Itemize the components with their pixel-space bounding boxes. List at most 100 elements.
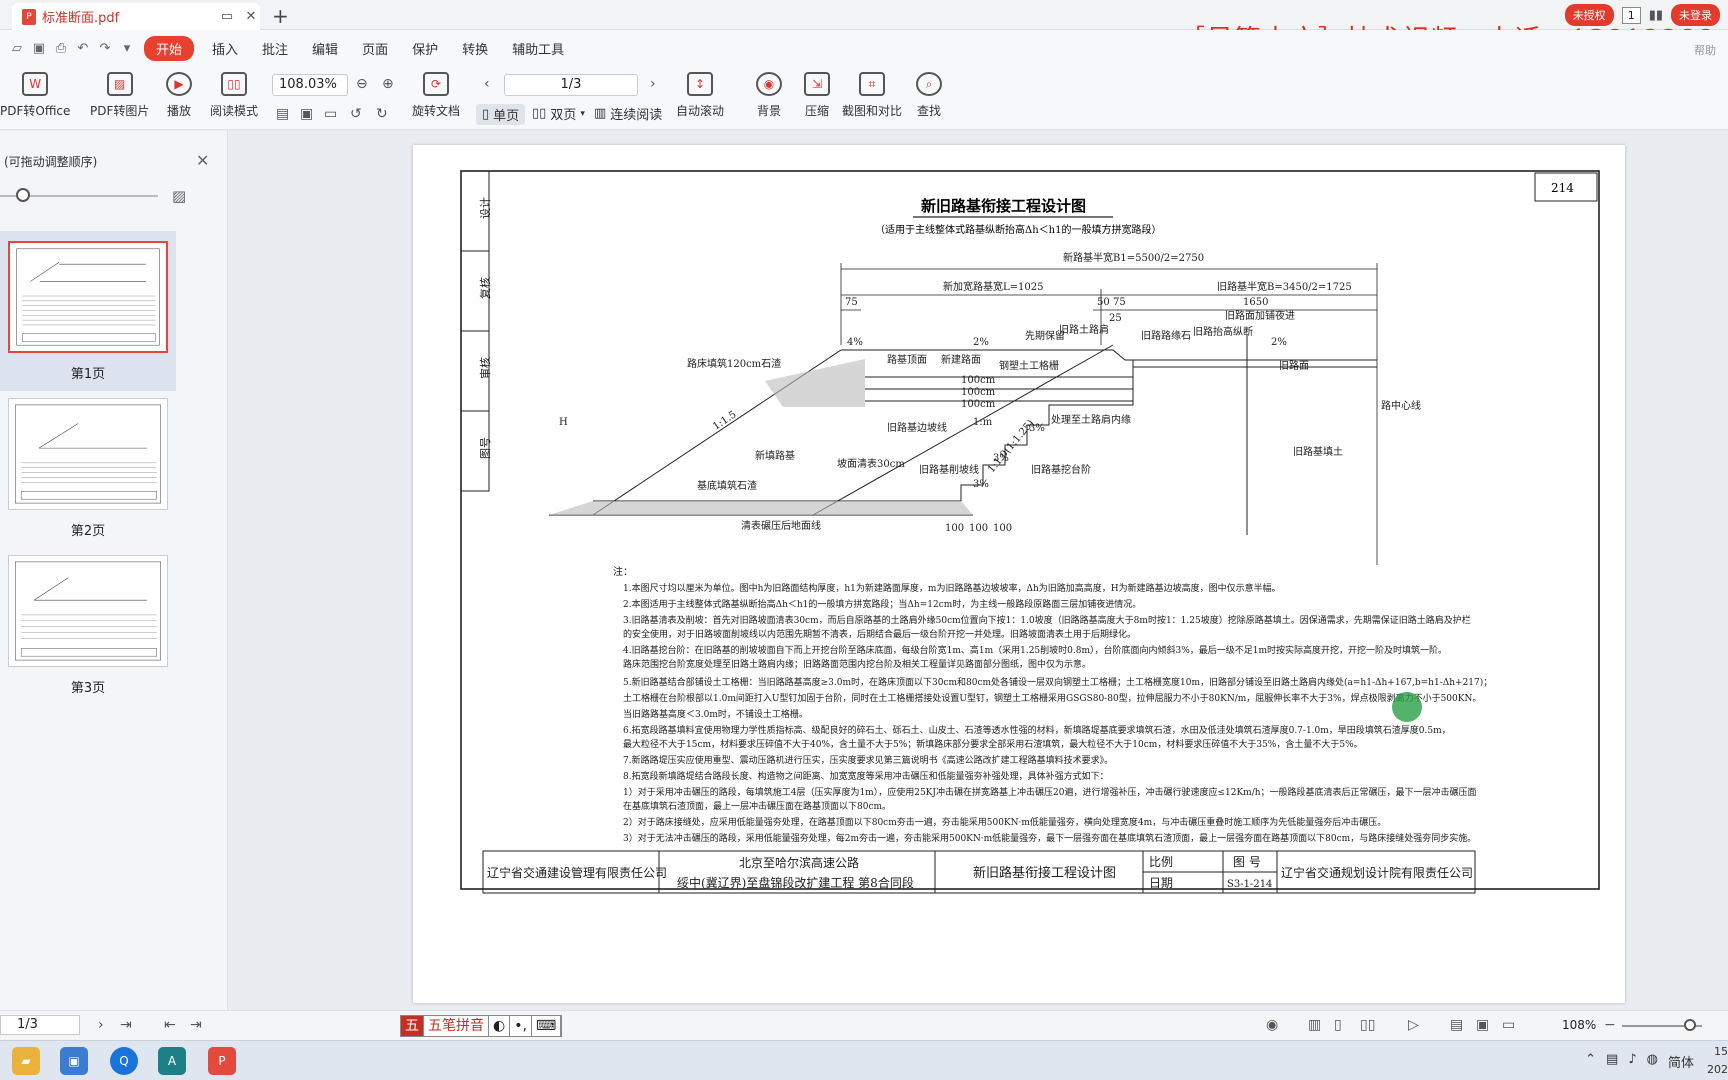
fit-page-icon[interactable]: ▣ [1476,1017,1489,1033]
document-tab[interactable]: P 标准断面.pdf ▭ ✕ [12,3,260,30]
globe-icon[interactable]: ◍ [1647,1052,1658,1071]
play-button[interactable]: ▶ 播放 [166,72,192,119]
keyboard-icon[interactable]: ⌨ [532,1016,562,1036]
save-icon[interactable]: ▣ [28,41,50,56]
ime-moon-icon[interactable]: ◐ [489,1016,511,1036]
label-center-line: 路中心线 [1381,399,1421,412]
play-icon[interactable]: ▷ [1408,1017,1419,1033]
status-page-input[interactable]: 1/3 [0,1015,80,1035]
next-page-icon[interactable]: › [98,1017,104,1033]
status-zoom[interactable]: 108% [1562,1018,1596,1032]
label-slope-15: 1:1.5 [711,409,738,432]
fit-width-icon[interactable]: ▭ [324,106,337,122]
compress-button[interactable]: ⇲ 压缩 [804,72,830,119]
drawing-subtitle: （适用于主线整体式路基纵断抬高Δh＜h1的一般填方拼宽路段） [875,223,1161,236]
tab-title: 标准断面.pdf [42,11,120,26]
forward-icon[interactable]: ⇥ [190,1017,202,1033]
folder-icon[interactable]: ▱ [6,41,28,56]
document-viewer[interactable]: 设计 复核 审核 图号 214 新旧路基衔接工程设计图 （适用于主线整体式路基纵… [229,131,1728,1010]
last-page-icon[interactable]: ⇥ [120,1017,132,1033]
menu-page[interactable]: 页面 [350,35,400,62]
menu-home[interactable]: 开始 [144,35,195,61]
auto-scroll-button[interactable]: ↕ 自动滚动 [676,72,724,119]
pdf-app-icon[interactable]: P [208,1047,236,1075]
menu-insert[interactable]: 插入 [200,35,250,62]
stamp-review: 复核 [478,277,492,299]
close-tab-icon[interactable]: ✕ [242,9,260,24]
menu-annotate[interactable]: 批注 [250,35,300,62]
note-line: 在基底填筑石渣顶面，最上一层冲击碾压面在路基顶面以下80cm。 [623,800,891,812]
single-page-icon[interactable]: ▯ [1334,1017,1342,1033]
pdf-to-image-button[interactable]: ▨ PDF转图片 [90,72,149,119]
actual-size-icon[interactable]: ▤ [276,106,289,122]
zoom-out-icon[interactable]: − [1604,1017,1616,1033]
pdf-file-icon: P [22,8,36,25]
chevron-down-icon[interactable]: ▾ [116,41,138,56]
page-number-input[interactable]: 1/3 [504,74,638,96]
zoom-select[interactable]: 108.03% [272,74,348,96]
rotate-right-icon[interactable]: ↻ [376,106,388,122]
double-page-icon[interactable]: ▯▯ [1360,1017,1375,1033]
crop-compare-button[interactable]: ⌗ 截图和对比 [842,72,902,119]
zoom-in-icon[interactable]: ⊕ [382,76,394,92]
next-page-icon[interactable]: › [650,76,656,92]
play-icon: ▶ [166,72,192,96]
rotate-left-icon[interactable]: ↺ [350,106,362,122]
print-icon[interactable]: ⎙ [50,41,72,56]
monitor-app-icon[interactable]: ▣ [60,1047,88,1075]
menu-tools[interactable]: 辅助工具 [500,35,576,62]
fit-width-icon[interactable]: ▭ [1502,1017,1515,1033]
help-link[interactable]: 帮助 [1694,42,1716,58]
network-icon[interactable]: ▤ [1606,1052,1618,1071]
rotate-document-button[interactable]: ⟳ 旋转文档 [412,72,460,119]
file-explorer-icon[interactable]: ▰ [12,1047,40,1075]
read-mode-button[interactable]: ▯▯ 阅读模式 [210,72,258,119]
note-line: 3）对于无法冲击碾压的路段，采用低能量强夯处理，每2m夯击一遍，夯击能采用500… [623,832,1476,844]
undo-icon[interactable]: ↶ [72,41,94,56]
background-button[interactable]: ◉ 背景 [756,72,782,119]
continuous-icon[interactable]: ▥ [1308,1017,1321,1033]
browser-icon[interactable]: Q [110,1047,138,1075]
zoom-slider-handle[interactable] [1684,1019,1696,1031]
menu-protect[interactable]: 保护 [400,35,450,62]
pdf-to-office-button[interactable]: W PDF转Office [0,72,70,119]
label-old-curb: 旧路路缘石 [1141,329,1191,342]
dim-half-width: 新路基半宽B1=5500/2=2750 [1063,251,1204,264]
new-tab-button[interactable]: + [272,4,289,28]
clock[interactable]: 15 202 [1698,1043,1728,1079]
zoom-out-icon[interactable]: ⊖ [356,76,368,92]
close-icon[interactable]: ✕ [196,151,209,170]
ime-toolbar[interactable]: 五 五笔拼音 ◐ •, ⌨ [400,1015,563,1037]
menu-edit[interactable]: 编辑 [300,35,350,62]
language-label[interactable]: 简体 [1668,1052,1694,1071]
actual-size-icon[interactable]: ▤ [1450,1017,1463,1033]
background-label: 背景 [756,104,781,118]
slider-handle[interactable] [16,188,30,202]
tab-window-icon[interactable]: ▭ [218,9,236,24]
double-page-button[interactable]: ▯▯ 双页 ▾ [532,104,585,123]
fit-page-icon[interactable]: ▣ [300,106,313,122]
eye-icon: ◉ [756,72,782,96]
prev-page-icon[interactable]: ‹ [484,76,490,92]
note-line: 2.本图适用于主线整体式路基纵断抬高Δh＜h1的一般填方拼宽路段；当Δh=12c… [623,598,1141,610]
image-icon[interactable]: ▨ [172,187,186,205]
eye-icon[interactable]: ◉ [1266,1017,1278,1033]
volume-icon[interactable]: ♪ [1628,1052,1636,1071]
page-thumbnail-2[interactable]: 第2页 [0,388,176,548]
menu-convert[interactable]: 转换 [450,35,500,62]
find-button[interactable]: ⌕ 查找 [916,72,942,119]
page-number-label: 214 [1551,181,1574,195]
redo-icon[interactable]: ↷ [94,41,116,56]
back-icon[interactable]: ⇤ [164,1017,176,1033]
single-page-button[interactable]: ▯ 单页 [476,104,526,125]
ime-punct-icon[interactable]: •, [510,1016,532,1036]
page-thumbnail-1[interactable]: 第1页 [0,231,176,391]
cad-app-icon[interactable]: A [158,1047,186,1075]
label-grid-3: 100cm [961,375,996,386]
double-page-label: 双页 [550,108,577,123]
dim-100b: 100 [969,523,988,534]
chevron-up-icon[interactable]: ⌃ [1585,1052,1596,1071]
page-thumbnail-3[interactable]: 第3页 [0,545,176,705]
note-line: 当旧路路基高度＜3.0m时，不铺设土工格栅。 [623,708,808,720]
continuous-read-button[interactable]: ▥ 连续阅读 [594,104,662,123]
